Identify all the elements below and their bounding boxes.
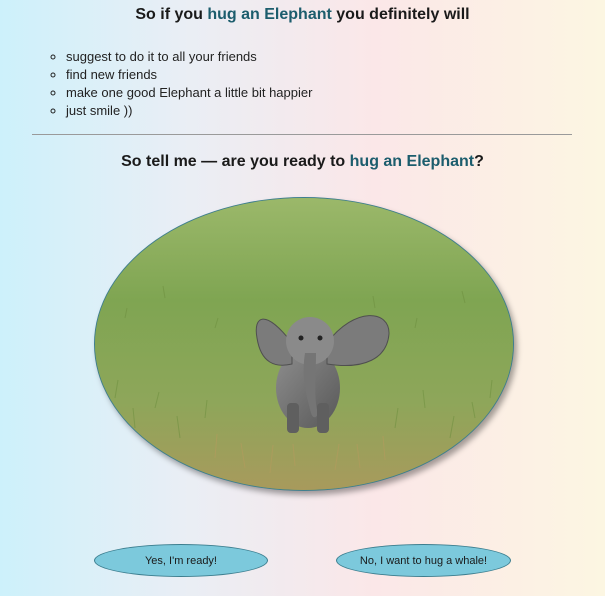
heading-1-highlight: hug an Elephant bbox=[207, 6, 332, 23]
elephant-illustration bbox=[95, 198, 513, 490]
heading-1-after: you definitely will bbox=[331, 6, 470, 23]
list-item: just smile )) bbox=[66, 102, 312, 120]
heading-hug-elephant: So if you hug an Elephant you definitely… bbox=[0, 6, 605, 24]
elephant-photo bbox=[94, 197, 514, 491]
divider bbox=[32, 134, 572, 135]
heading-2-highlight: hug an Elephant bbox=[349, 153, 475, 170]
list-item: find new friends bbox=[66, 66, 312, 84]
hug-whale-button[interactable]: No, I want to hug a whale! bbox=[336, 544, 511, 577]
heading-2-after: ? bbox=[474, 153, 484, 170]
list-item: suggest to do it to all your friends bbox=[66, 48, 312, 66]
heading-1-before: So if you bbox=[135, 6, 208, 23]
ready-button[interactable]: Yes, I'm ready! bbox=[94, 544, 268, 577]
list-item: make one good Elephant a little bit happ… bbox=[66, 84, 312, 102]
reasons-list: suggest to do it to all your friends fin… bbox=[48, 48, 312, 120]
heading-ready-question: So tell me — are you ready to hug an Ele… bbox=[0, 153, 605, 171]
heading-2-before: So tell me — are you ready to bbox=[121, 153, 350, 170]
